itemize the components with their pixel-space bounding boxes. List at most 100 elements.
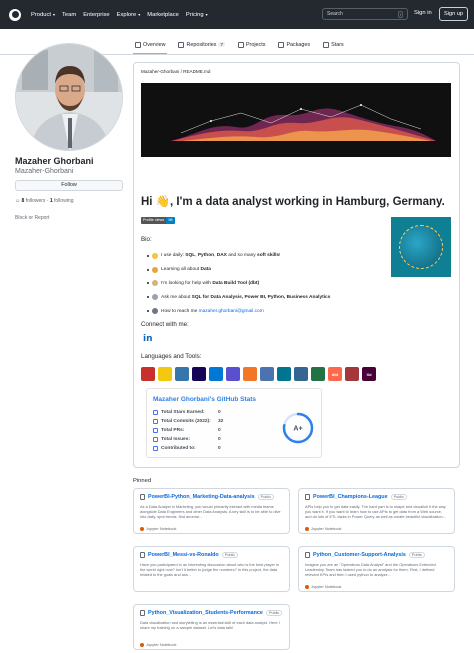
bullet-icon bbox=[147, 296, 149, 299]
readme-path[interactable]: Mazaher-Ghorbani / README.md bbox=[141, 69, 210, 74]
pinned-repo-header: PowerBI-Python_Marketing-Data-analysis Pu… bbox=[140, 494, 283, 500]
pinned-repo-name[interactable]: PowerBI_Messi-vs-Ronaldo bbox=[148, 552, 219, 558]
repo-language: Jupyter Notebook bbox=[305, 584, 448, 589]
pinned-repo-description: APIs help you to get data easily. The ha… bbox=[305, 504, 446, 519]
nav-item-marketplace[interactable]: Marketplace bbox=[147, 12, 179, 18]
repo-icon bbox=[140, 494, 145, 500]
mysql-icon[interactable] bbox=[277, 367, 291, 381]
nav-item-label: Product bbox=[31, 11, 51, 18]
pandas-icon[interactable] bbox=[192, 367, 206, 381]
seaborn-icon[interactable] bbox=[260, 367, 274, 381]
pinned-repo-name[interactable]: PowerBI_Champions-League bbox=[313, 494, 388, 500]
pinned-repo-card: PowerBI_Champions-League Public APIs help … bbox=[298, 488, 455, 534]
block-or-report-link[interactable]: Block or Report bbox=[15, 215, 49, 221]
sign-up-button[interactable]: Sign up bbox=[439, 7, 468, 21]
bio-text-part: I'm looking for help with bbox=[161, 280, 213, 286]
book-icon bbox=[135, 41, 141, 48]
bio-list: I use daily: SQL, Python, DAX and so man… bbox=[147, 249, 387, 318]
bio-text-part: How to reach me bbox=[161, 308, 199, 314]
tab-count: 7 bbox=[218, 42, 225, 47]
followers-count[interactable]: 8 bbox=[22, 198, 25, 204]
emoji-icon bbox=[152, 280, 158, 287]
tab-stars[interactable]: Stars bbox=[321, 39, 346, 51]
tab-label: Repositories bbox=[186, 41, 217, 48]
nav-item-enterprise[interactable]: Enterprise bbox=[83, 12, 109, 18]
nav-item-explore[interactable]: Explore ▾ bbox=[117, 12, 141, 18]
stat-value: 0 bbox=[218, 428, 221, 433]
following-label[interactable]: following bbox=[54, 198, 73, 204]
tab-overview[interactable]: Overview bbox=[133, 39, 168, 55]
visibility-badge: Public bbox=[221, 552, 239, 558]
power-bi-icon[interactable] bbox=[158, 367, 172, 381]
profile-username: Mazaher-Ghorbani bbox=[15, 168, 74, 175]
tools-heading: Languages and Tools: bbox=[141, 353, 202, 360]
bio-text-part: DAX bbox=[216, 253, 227, 259]
chevron-down-icon: ▾ bbox=[138, 12, 141, 17]
access-icon[interactable] bbox=[345, 367, 359, 381]
repo-icon bbox=[140, 610, 145, 616]
bio-text-part: Data Build Tool (dbt) bbox=[212, 280, 260, 286]
dbt-icon[interactable]: dbt bbox=[328, 367, 342, 381]
stat-label: Total Commits (2022): bbox=[161, 419, 211, 424]
postgresql-icon[interactable] bbox=[294, 367, 308, 381]
repo-icon bbox=[140, 552, 145, 558]
tab-label: Overview bbox=[143, 41, 166, 48]
pinned-repo-name[interactable]: PowerBI-Python_Marketing-Data-analysis bbox=[148, 494, 255, 500]
repo-language: Jupyter Notebook bbox=[140, 642, 283, 647]
search-placeholder: Search bbox=[327, 11, 343, 17]
pinned-repo-card: PowerBI-Python_Marketing-Data-analysis Pu… bbox=[133, 488, 290, 534]
email-link[interactable]: mazaher.ghorbani@gmail.com bbox=[199, 309, 264, 314]
github-logo-icon[interactable] bbox=[9, 8, 21, 21]
search-shortcut-key: / bbox=[397, 10, 403, 18]
pinned-repo-card: Python_Visualization_Students-Performanc… bbox=[133, 604, 290, 650]
bio-text: I use daily: SQL, Python, DAX and so man… bbox=[161, 253, 281, 258]
stat-icon bbox=[153, 410, 158, 415]
follow-button[interactable]: Follow bbox=[15, 180, 123, 191]
following-count[interactable]: 1 bbox=[50, 198, 53, 204]
stat-row: Total PRs: 0 bbox=[153, 428, 221, 433]
pinned-repo-card: Python_Customer-Support-Analysis Public Im… bbox=[298, 546, 455, 592]
stat-value: 0 bbox=[218, 437, 221, 442]
connect-heading: Connect with me: bbox=[141, 321, 189, 328]
xd-icon[interactable]: Xd bbox=[362, 367, 376, 381]
emoji-icon bbox=[152, 252, 158, 259]
followers-label[interactable]: followers bbox=[26, 198, 46, 204]
excel-icon[interactable] bbox=[311, 367, 325, 381]
bio-text-part: and so many bbox=[226, 253, 258, 259]
data-globe-image bbox=[391, 217, 451, 277]
jupyter-icon[interactable] bbox=[243, 367, 257, 381]
stat-icon bbox=[153, 419, 158, 424]
bio-text: Learning all about Data bbox=[161, 267, 211, 272]
sql-server-icon[interactable] bbox=[141, 367, 155, 381]
bio-text-part: Learning all about bbox=[161, 267, 201, 273]
stat-row: Contributed to: 0 bbox=[153, 446, 221, 451]
readme-card: Mazaher-Ghorbani / README.md Hi 👋, I'm a… bbox=[133, 62, 460, 468]
tab-label: Packages bbox=[286, 41, 311, 48]
grade-text: A+ bbox=[293, 426, 302, 433]
github-stats-card: Mazaher Ghorbani's GitHub Stats Total St… bbox=[146, 388, 322, 458]
dax-icon[interactable] bbox=[226, 367, 240, 381]
azure-icon[interactable] bbox=[209, 367, 223, 381]
nav-item-product[interactable]: Product ▾ bbox=[31, 12, 55, 18]
tab-packages[interactable]: Packages bbox=[276, 39, 312, 51]
tab-label: Projects bbox=[245, 41, 266, 48]
pinned-repo-header: PowerBI_Messi-vs-Ronaldo Public bbox=[140, 552, 283, 558]
repo-icon bbox=[178, 41, 185, 48]
pinned-repo-name[interactable]: Python_Visualization_Students-Performanc… bbox=[148, 610, 263, 616]
linkedin-icon[interactable]: in bbox=[143, 334, 156, 344]
followers-info: ☺ 8 followers · 1 following bbox=[15, 198, 74, 204]
pinned-repo-name[interactable]: Python_Customer-Support-Analysis bbox=[313, 552, 406, 558]
search-input[interactable]: Search / bbox=[322, 8, 408, 20]
header-banner-image bbox=[141, 83, 451, 157]
nav-item-team[interactable]: Team bbox=[62, 12, 76, 18]
tab-projects[interactable]: Projects bbox=[236, 39, 267, 51]
main-nav: Product ▾ Team Enterprise Explore ▾ Marketplac… bbox=[31, 12, 215, 18]
python-icon[interactable] bbox=[175, 367, 189, 381]
nav-item-label: Enterprise bbox=[83, 11, 110, 18]
bullet-icon bbox=[147, 282, 149, 285]
language-color-dot bbox=[305, 584, 309, 589]
nav-item-pricing[interactable]: Pricing ▾ bbox=[186, 12, 208, 18]
sign-in-link[interactable]: Sign in bbox=[414, 10, 432, 16]
stat-icon bbox=[153, 428, 158, 433]
tab-repositories[interactable]: Repositories 7 bbox=[176, 39, 226, 51]
